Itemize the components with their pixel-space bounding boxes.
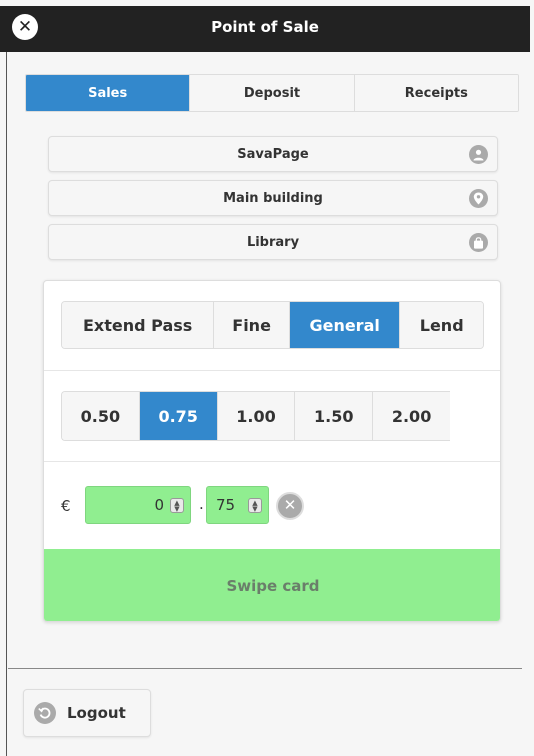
page-title: Point of Sale [211,18,319,36]
divider [44,461,500,462]
user-button[interactable]: SavaPage [48,136,498,172]
shop-label: Library [246,234,300,250]
sale-card: Extend Pass Fine General Lend 0.50 0.75 … [43,280,501,622]
location-button[interactable]: Main building [48,180,498,216]
category-general[interactable]: General [289,302,401,348]
amount-main-value: 0 [154,496,164,514]
amount-preset-2-00[interactable]: 2.00 [373,392,450,440]
user-icon [469,145,488,164]
decimal-separator: . [199,495,204,513]
tab-deposit[interactable]: Deposit [190,75,355,111]
location-label: Main building [223,190,323,206]
tab-sales[interactable]: Sales [26,75,191,111]
category-lend[interactable]: Lend [400,302,483,348]
user-label: SavaPage [237,146,309,162]
clear-icon[interactable]: ✕ [276,492,304,520]
divider [44,370,500,371]
app-header: ✕ Point of Sale [0,6,530,52]
footer-divider [8,668,522,669]
location-pin-icon [469,189,488,208]
amount-presets: 0.50 0.75 1.00 1.50 2.00 [61,391,450,441]
spinner-icon[interactable]: ▲ ▼ [170,498,184,513]
amount-preset-1-00[interactable]: 1.00 [217,392,296,440]
amount-preset-0-75[interactable]: 0.75 [139,392,218,440]
main-tabs: Sales Deposit Receipts [25,74,519,112]
window-border [6,52,7,756]
spinner-icon[interactable]: ▲ ▼ [248,498,262,513]
category-fine[interactable]: Fine [214,302,290,348]
category-extend-pass[interactable]: Extend Pass [62,302,215,348]
logout-label: Logout [67,704,126,722]
logout-icon [34,702,56,724]
amount-preset-0-50[interactable]: 0.50 [62,392,140,440]
currency-symbol: € [61,497,71,515]
logout-button[interactable]: Logout [23,689,151,737]
category-group: Extend Pass Fine General Lend [61,301,484,349]
shop-button[interactable]: Library [48,224,498,260]
amount-preset-1-50[interactable]: 1.50 [295,392,374,440]
tab-receipts[interactable]: Receipts [354,75,518,111]
shopping-bag-icon [469,233,488,252]
amount-cents-input[interactable]: 75 ▲ ▼ [206,486,269,524]
swipe-card-button[interactable]: Swipe card [44,549,500,621]
amount-cents-value: 75 [216,496,236,514]
amount-main-input[interactable]: 0 ▲ ▼ [85,486,191,524]
